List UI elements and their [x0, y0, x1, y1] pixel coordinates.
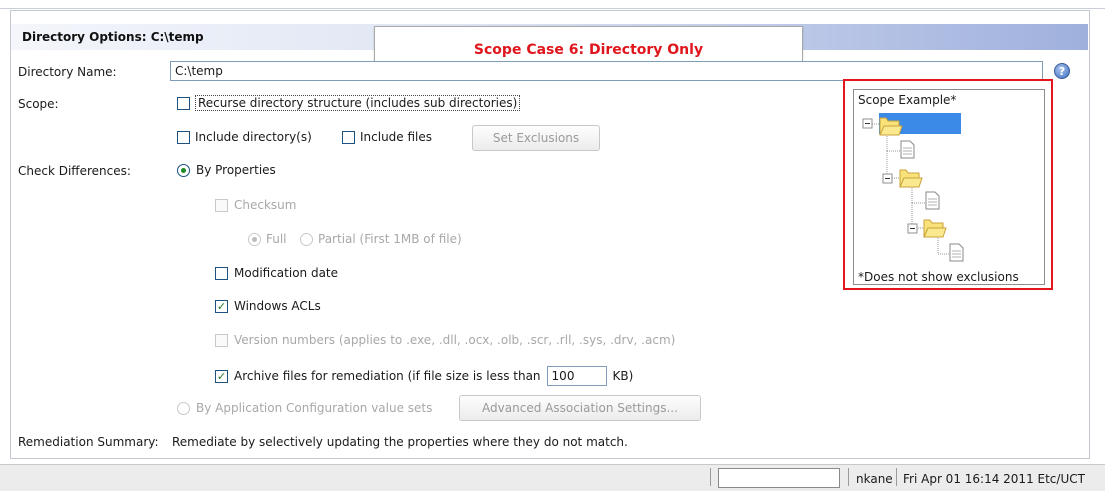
expander-icon — [907, 223, 918, 234]
folder-icon — [899, 169, 923, 188]
by-properties-radio[interactable] — [177, 163, 190, 177]
set-exclusions-button[interactable]: Set Exclusions — [472, 125, 600, 151]
status-datetime: Fri Apr 01 16:14 2011 Etc/UCT — [903, 472, 1085, 486]
partial-radio-row[interactable]: Partial (First 1MB of file) — [300, 232, 462, 246]
by-app-config-radio[interactable] — [177, 401, 190, 415]
recurse-checkbox-row[interactable]: Recurse directory structure (includes su… — [177, 95, 521, 111]
include-dirs-checkbox[interactable] — [177, 130, 190, 144]
scope-example-tree — [862, 113, 964, 262]
checksum-checkbox[interactable] — [215, 198, 228, 212]
scope-example-note: *Does not show exclusions — [858, 270, 1019, 284]
status-field — [718, 468, 840, 488]
expander-icon — [862, 118, 873, 129]
remediation-summary-label: Remediation Summary: — [18, 435, 159, 449]
by-app-config-label: By Application Configuration value sets — [196, 401, 433, 415]
include-dirs-label: Include directory(s) — [195, 130, 312, 144]
by-app-config-row[interactable]: By Application Configuration value sets — [177, 401, 432, 415]
status-separator — [848, 468, 849, 486]
full-radio-row[interactable]: Full — [248, 232, 287, 246]
windows-acls-label: Windows ACLs — [234, 299, 321, 313]
modification-date-row[interactable]: Modification date — [215, 266, 338, 280]
version-numbers-label: Version numbers (applies to .exe, .dll, … — [234, 333, 676, 347]
archive-unit-label: KB) — [612, 369, 634, 383]
include-files-label: Include files — [360, 130, 433, 144]
advanced-association-settings-button[interactable]: Advanced Association Settings... — [459, 395, 701, 421]
partial-label: Partial (First 1MB of file) — [318, 232, 462, 246]
status-separator — [710, 468, 711, 486]
archive-row[interactable]: ✓ Archive files for remediation (if file… — [215, 366, 633, 386]
modification-date-checkbox[interactable] — [215, 266, 228, 280]
include-dirs-row[interactable]: Include directory(s) — [177, 130, 312, 144]
checksum-row[interactable]: Checksum — [215, 198, 296, 212]
modification-date-label: Modification date — [234, 266, 339, 280]
remediation-summary-text: Remediate by selectively updating the pr… — [172, 435, 628, 449]
callout-text: Scope Case 6: Directory Only — [473, 42, 704, 58]
partial-radio[interactable] — [300, 232, 313, 246]
scope-label: Scope: — [18, 97, 59, 111]
windows-acls-row[interactable]: ✓ Windows ACLs — [215, 299, 321, 313]
status-user: nkane — [856, 472, 893, 486]
document-icon — [949, 243, 964, 262]
directory-name-input[interactable]: C:\temp — [170, 61, 1043, 81]
help-icon[interactable]: ? — [1054, 63, 1070, 79]
status-separator — [896, 468, 897, 486]
archive-label: Archive files for remediation (if file s… — [234, 369, 541, 383]
panel-title: Directory Options: C:\temp — [22, 30, 204, 44]
version-numbers-checkbox[interactable] — [215, 333, 228, 347]
top-border — [0, 0, 1105, 9]
archive-size-input[interactable]: 100 — [546, 366, 607, 386]
include-files-checkbox[interactable] — [342, 130, 355, 144]
windows-acls-checkbox[interactable]: ✓ — [215, 299, 228, 313]
include-files-row[interactable]: Include files — [342, 130, 432, 144]
scope-example-title: Scope Example* — [858, 93, 957, 107]
recurse-checkbox[interactable] — [177, 96, 190, 110]
by-properties-label: By Properties — [196, 163, 276, 177]
check-differences-label: Check Differences: — [18, 164, 131, 178]
document-icon — [925, 191, 940, 210]
folder-icon — [879, 117, 903, 136]
recurse-label: Recurse directory structure (includes su… — [195, 95, 521, 111]
checksum-label: Checksum — [234, 198, 297, 212]
version-numbers-row[interactable]: Version numbers (applies to .exe, .dll, … — [215, 333, 675, 347]
folder-icon — [923, 219, 947, 238]
directory-name-label: Directory Name: — [18, 65, 117, 79]
full-label: Full — [266, 232, 287, 246]
archive-checkbox[interactable]: ✓ — [215, 369, 228, 383]
by-properties-row[interactable]: By Properties — [177, 163, 276, 177]
document-icon — [900, 140, 915, 159]
expander-icon — [882, 173, 893, 184]
full-radio[interactable] — [248, 232, 261, 246]
